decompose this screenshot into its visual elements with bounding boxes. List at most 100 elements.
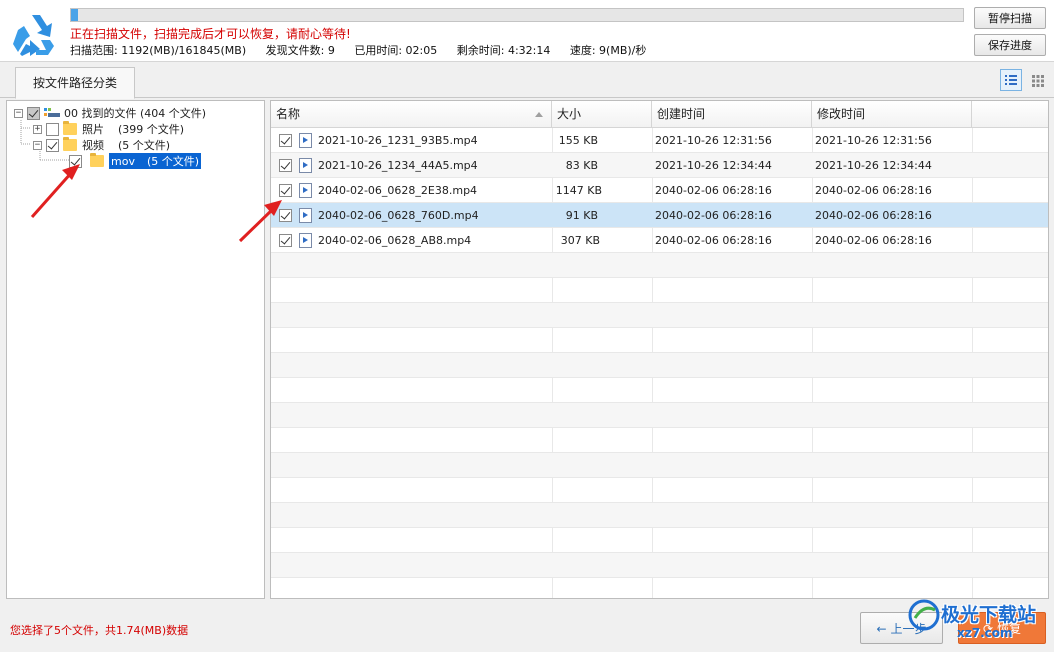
scan-progress-fill — [71, 9, 78, 21]
folder-icon — [63, 137, 77, 151]
file-created: 2040-02-06 06:28:16 — [655, 234, 772, 247]
empty-row — [271, 403, 1048, 428]
expand-icon[interactable]: + — [33, 124, 42, 134]
file-name: 2021-10-26_1231_93B5.mp4 — [318, 134, 478, 147]
file-created: 2040-02-06 06:28:16 — [655, 184, 772, 197]
column-header-created[interactable]: 创建时间 — [652, 101, 812, 128]
sort-arrow-icon — [535, 112, 543, 117]
empty-row — [271, 503, 1048, 528]
list-view-button[interactable] — [1000, 69, 1022, 91]
recover-label: 恢复 — [996, 621, 1021, 636]
file-created: 2021-10-26 12:34:44 — [655, 159, 772, 172]
tree-label-mov: mov (5 个文件) — [109, 153, 202, 169]
file-modified: 2040-02-06 06:28:16 — [815, 184, 932, 197]
scan-range: 扫描范围: 1192(MB)/161845(MB) — [70, 44, 247, 57]
empty-row — [271, 253, 1048, 278]
collapse-icon[interactable]: − — [14, 108, 23, 118]
scan-stats: 扫描范围: 1192(MB)/161845(MB) 发现文件数: 9 已用时间:… — [70, 42, 662, 58]
file-size: 91 KB — [565, 209, 598, 222]
pause-scan-button[interactable]: 暂停扫描 — [974, 7, 1046, 29]
empty-row — [271, 303, 1048, 328]
scan-progress-bar — [70, 8, 964, 22]
tab-bar: 按文件路径分类 — [0, 62, 1054, 99]
empty-row — [271, 353, 1048, 378]
list-view-icon — [1005, 75, 1017, 85]
video-file-icon — [299, 183, 312, 198]
row-checkbox[interactable] — [279, 159, 292, 172]
table-row[interactable]: 2021-10-26_1231_93B5.mp4 155 KB 2021-10-… — [271, 128, 1048, 153]
drive-icon — [44, 108, 60, 117]
save-progress-button[interactable]: 保存进度 — [974, 34, 1046, 56]
folder-icon — [63, 121, 77, 135]
table-row[interactable]: 2040-02-06_0628_2E38.mp4 1147 KB 2040-02… — [271, 178, 1048, 203]
row-checkbox[interactable] — [279, 184, 292, 197]
photos-checkbox[interactable] — [46, 122, 59, 136]
grid-view-icon — [1032, 75, 1044, 87]
table-row-selected[interactable]: 2040-02-06_0628_760D.mp4 91 KB 2040-02-0… — [271, 203, 1048, 228]
row-checkbox[interactable] — [279, 209, 292, 222]
root-checkbox[interactable] — [27, 106, 40, 120]
empty-row — [271, 278, 1048, 303]
empty-row — [271, 378, 1048, 403]
previous-step-label: 上一步 — [890, 621, 927, 636]
column-name-label: 名称 — [276, 107, 301, 121]
file-size: 83 KB — [565, 159, 598, 172]
mov-name: mov — [111, 155, 135, 168]
file-size: 155 KB — [558, 134, 598, 147]
file-list-header: 名称 大小 创建时间 修改时间 — [271, 101, 1048, 128]
column-header-name[interactable]: 名称 — [271, 101, 552, 128]
file-size: 1147 KB — [555, 184, 602, 197]
elapsed-time: 已用时间: 02:05 — [354, 44, 438, 57]
tree-count-video: (5 个文件) — [118, 139, 171, 152]
empty-row — [271, 528, 1048, 553]
file-name: 2040-02-06_0628_AB8.mp4 — [318, 234, 472, 247]
row-checkbox[interactable] — [279, 234, 292, 247]
empty-row — [271, 478, 1048, 503]
empty-row — [271, 428, 1048, 453]
column-header-modified[interactable]: 修改时间 — [812, 101, 972, 128]
video-checkbox[interactable] — [46, 138, 59, 152]
file-name: 2040-02-06_0628_2E38.mp4 — [318, 184, 478, 197]
scan-status-message: 正在扫描文件，扫描完成后才可以恢复，请耐心等待! — [70, 27, 351, 41]
table-row[interactable]: 2021-10-26_1234_44A5.mp4 83 KB 2021-10-2… — [271, 153, 1048, 178]
tree-node-photos[interactable]: + 照片 (399 个文件) — [33, 121, 184, 137]
tree-label-root: 00 找到的文件 (404 个文件) — [64, 107, 207, 120]
grid-view-button[interactable] — [1027, 69, 1049, 91]
file-name: 2021-10-26_1234_44A5.mp4 — [318, 159, 478, 172]
empty-row — [271, 453, 1048, 478]
video-file-icon — [299, 158, 312, 173]
folder-icon — [90, 153, 104, 167]
file-created: 2040-02-06 06:28:16 — [655, 209, 772, 222]
empty-row — [271, 553, 1048, 578]
file-name: 2040-02-06_0628_760D.mp4 — [318, 209, 479, 222]
row-checkbox[interactable] — [279, 134, 292, 147]
tree-label-video: 视频 — [82, 139, 104, 152]
files-found: 发现文件数: 9 — [265, 44, 335, 57]
back-arrow-icon: ← — [876, 621, 887, 636]
tab-by-path[interactable]: 按文件路径分类 — [15, 67, 135, 99]
remaining-time: 剩余时间: 4:32:14 — [456, 44, 551, 57]
video-file-icon — [299, 233, 312, 248]
scan-speed: 速度: 9(MB)/秒 — [569, 44, 647, 57]
recover-icon: ⟳ — [983, 621, 994, 636]
file-modified: 2021-10-26 12:34:44 — [815, 159, 932, 172]
file-modified: 2040-02-06 06:28:16 — [815, 234, 932, 247]
empty-row — [271, 328, 1048, 353]
column-header-size[interactable]: 大小 — [552, 101, 652, 128]
tree-node-mov[interactable]: mov (5 个文件) — [69, 153, 202, 169]
mov-checkbox[interactable] — [69, 154, 82, 168]
video-file-icon — [299, 133, 312, 148]
table-row[interactable]: 2040-02-06_0628_AB8.mp4 307 KB 2040-02-0… — [271, 228, 1048, 253]
mov-count: (5 个文件) — [146, 155, 200, 168]
recycle-logo-icon — [13, 15, 54, 56]
file-rows: 2021-10-26_1231_93B5.mp4 155 KB 2021-10-… — [271, 128, 1048, 578]
collapse-icon[interactable]: − — [33, 140, 42, 150]
file-modified: 2040-02-06 06:28:16 — [815, 209, 932, 222]
recover-button[interactable]: ⟳ 恢复 — [958, 612, 1046, 644]
selection-summary: 您选择了5个文件，共1.74(MB)数据 — [10, 624, 189, 637]
scan-header: 正在扫描文件，扫描完成后才可以恢复，请耐心等待! 扫描范围: 1192(MB)/… — [0, 0, 1054, 62]
previous-step-button[interactable]: ← 上一步 — [860, 612, 943, 644]
tree-node-root[interactable]: − 00 找到的文件 (404 个文件) — [14, 105, 206, 121]
tree-node-video[interactable]: − 视频 (5 个文件) — [33, 137, 170, 153]
file-created: 2021-10-26 12:31:56 — [655, 134, 772, 147]
